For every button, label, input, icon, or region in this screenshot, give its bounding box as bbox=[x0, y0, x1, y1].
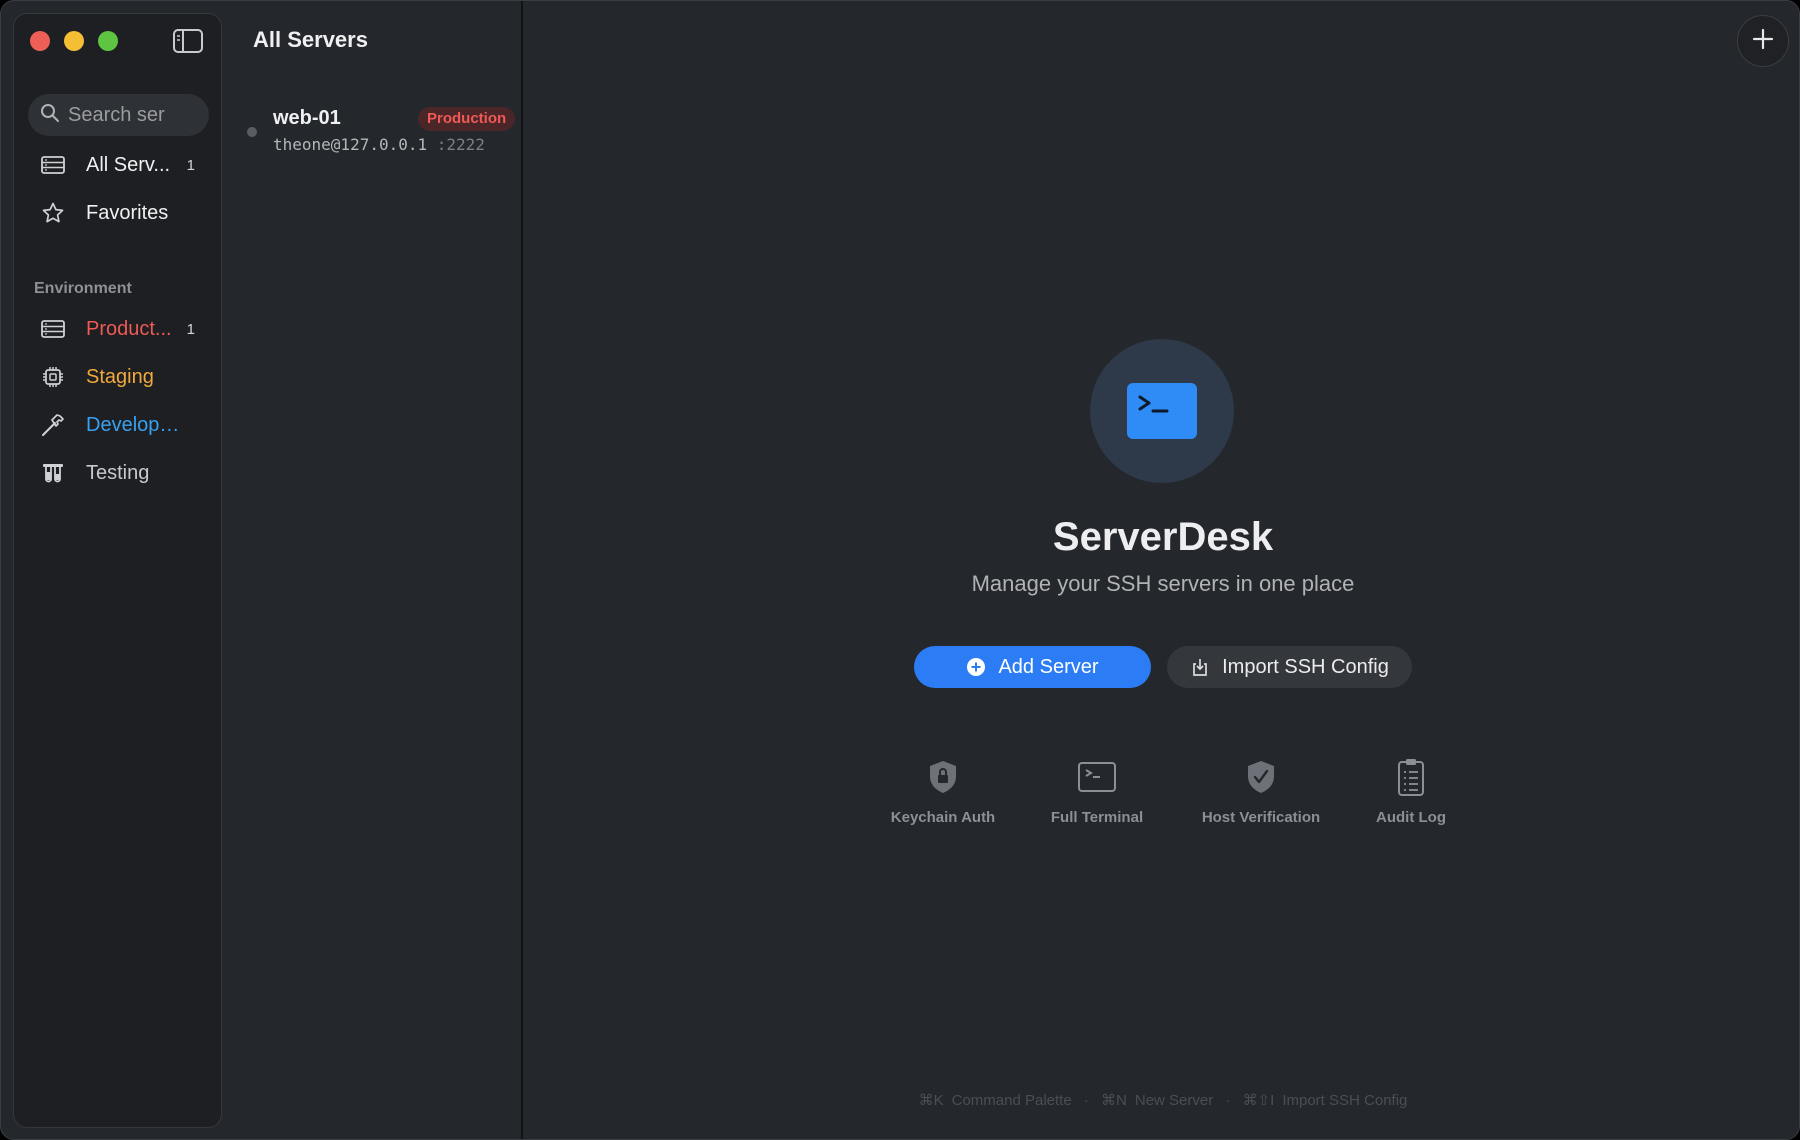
shortcut-key: ⌘K bbox=[918, 1092, 944, 1109]
shortcut-label: Command Palette bbox=[951, 1092, 1072, 1109]
check-shield-icon bbox=[1189, 757, 1333, 797]
terminal-icon bbox=[1127, 383, 1197, 439]
feature-keychain-auth: Keychain Auth bbox=[881, 757, 1005, 826]
import-ssh-config-button[interactable]: Import SSH Config bbox=[1167, 646, 1412, 688]
sidebar-item-label: Staging bbox=[86, 365, 154, 388]
sidebar-item-label: Developm... bbox=[86, 413, 186, 436]
sidebar-item-label: Testing bbox=[86, 461, 150, 484]
shortcut-label: Import SSH Config bbox=[1282, 1092, 1408, 1109]
sidebar-item-favorites[interactable]: Favorites bbox=[28, 193, 209, 233]
minimize-window-button[interactable] bbox=[64, 31, 84, 51]
app-window: All Serv... 1 Favorites Environment Prod… bbox=[0, 0, 1800, 1140]
test-tubes-icon bbox=[40, 460, 66, 486]
import-icon bbox=[1190, 657, 1210, 677]
sidebar-item-production[interactable]: Product... 1 bbox=[28, 309, 209, 349]
search-input[interactable] bbox=[68, 103, 198, 127]
shortcut-key: ⌘N bbox=[1101, 1092, 1127, 1109]
sidebar-item-testing[interactable]: Testing bbox=[28, 453, 209, 493]
cpu-chip-icon bbox=[40, 364, 66, 390]
list-title: All Servers bbox=[253, 27, 368, 52]
main-content: ServerDesk Manage your SSH servers in on… bbox=[525, 1, 1799, 1139]
sidebar-item-label: Product... bbox=[86, 317, 172, 340]
hammer-icon bbox=[40, 412, 66, 438]
section-title: Environment bbox=[34, 280, 132, 297]
feature-label: Full Terminal bbox=[1050, 809, 1144, 826]
app-logo bbox=[1090, 339, 1234, 483]
feature-label: Keychain Auth bbox=[890, 809, 996, 826]
shortcut-label: New Server bbox=[1134, 1092, 1214, 1109]
feature-full-terminal: Full Terminal bbox=[1035, 757, 1159, 826]
search-box[interactable] bbox=[28, 94, 209, 136]
feature-host-verification: Host Verification bbox=[1189, 757, 1333, 826]
server-address: theone@127.0.0.1 :2222 bbox=[273, 135, 485, 154]
terminal-icon bbox=[1035, 757, 1159, 797]
search-icon bbox=[40, 103, 60, 128]
item-count: 1 bbox=[186, 156, 195, 174]
server-port: :2222 bbox=[436, 135, 485, 154]
app-tagline: Manage your SSH servers in one place bbox=[971, 571, 1355, 596]
feature-label: Audit Log bbox=[1376, 809, 1446, 826]
lock-shield-icon bbox=[881, 757, 1005, 797]
close-window-button[interactable] bbox=[30, 31, 50, 51]
window-controls bbox=[30, 31, 118, 51]
server-row[interactable]: web-01 Production theone@127.0.0.1 :2222 bbox=[243, 101, 516, 161]
separator: · bbox=[1225, 1092, 1231, 1109]
environment-badge: Production bbox=[418, 107, 516, 131]
plus-circle-icon bbox=[966, 657, 986, 677]
item-count: 1 bbox=[186, 320, 195, 338]
sidebar-item-label: Favorites bbox=[86, 201, 169, 224]
server-rack-icon bbox=[40, 316, 66, 342]
feature-label: Host Verification bbox=[1201, 809, 1321, 826]
sidebar-toggle-icon[interactable] bbox=[172, 28, 204, 54]
import-label: Import SSH Config bbox=[1222, 655, 1389, 678]
zoom-window-button[interactable] bbox=[98, 31, 118, 51]
add-server-toolbar-button[interactable] bbox=[1737, 15, 1789, 67]
add-server-label: Add Server bbox=[998, 655, 1099, 678]
server-rack-icon bbox=[40, 152, 66, 178]
status-dot bbox=[247, 127, 257, 137]
separator: · bbox=[1083, 1092, 1089, 1109]
server-user-host: theone@127.0.0.1 bbox=[273, 135, 428, 154]
add-server-button[interactable]: Add Server bbox=[914, 646, 1151, 688]
server-list-pane: All Servers web-01 Production theone@127… bbox=[223, 1, 523, 1139]
sidebar-item-label: All Serv... bbox=[86, 153, 171, 176]
feature-audit-log: Audit Log bbox=[1361, 757, 1461, 826]
star-icon bbox=[40, 200, 66, 226]
sidebar: All Serv... 1 Favorites Environment Prod… bbox=[13, 13, 222, 1128]
shortcut-key: ⌘⇧I bbox=[1242, 1092, 1275, 1109]
app-title: ServerDesk bbox=[1052, 515, 1274, 559]
sidebar-item-development[interactable]: Developm... bbox=[28, 405, 209, 445]
sidebar-item-staging[interactable]: Staging bbox=[28, 357, 209, 397]
server-name: web-01 bbox=[273, 107, 341, 129]
shortcut-hints: ⌘K Command Palette · ⌘N New Server · ⌘⇧I Im… bbox=[525, 1091, 1799, 1109]
plus-icon bbox=[1751, 27, 1775, 56]
clipboard-list-icon bbox=[1361, 757, 1461, 797]
sidebar-item-all-servers[interactable]: All Serv... 1 bbox=[28, 145, 209, 185]
